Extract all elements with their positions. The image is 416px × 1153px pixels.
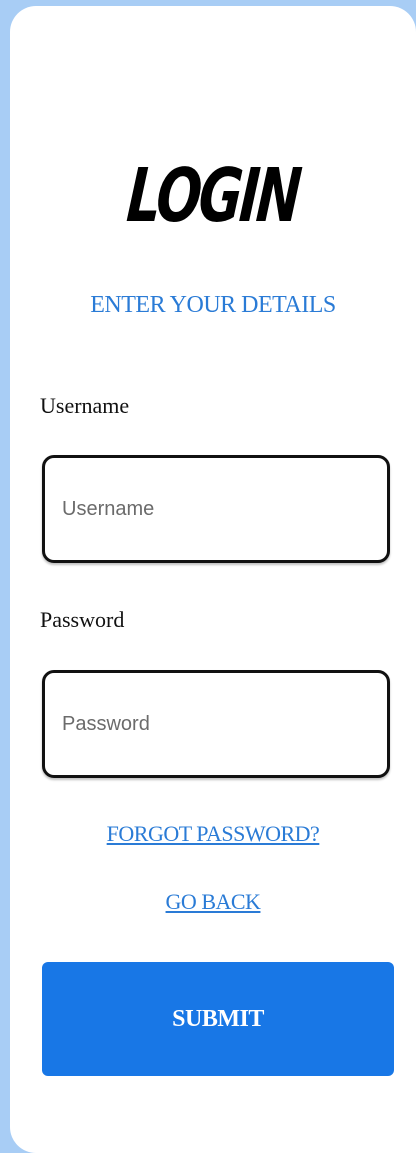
submit-button[interactable]: SUBMIT [42, 962, 394, 1076]
password-label: Password [40, 607, 125, 632]
go-back-link[interactable]: GO BACK [10, 888, 416, 916]
username-input[interactable] [42, 455, 390, 563]
page-title: LOGIN [124, 153, 302, 239]
login-card: LOGIN ENTER YOUR DETAILS Username Passwo… [10, 6, 416, 1153]
username-label: Username [40, 393, 130, 418]
page-subtitle: ENTER YOUR DETAILS [90, 292, 336, 318]
forgot-password-link[interactable]: FORGOT PASSWORD? [10, 820, 416, 848]
password-input[interactable] [42, 670, 390, 778]
